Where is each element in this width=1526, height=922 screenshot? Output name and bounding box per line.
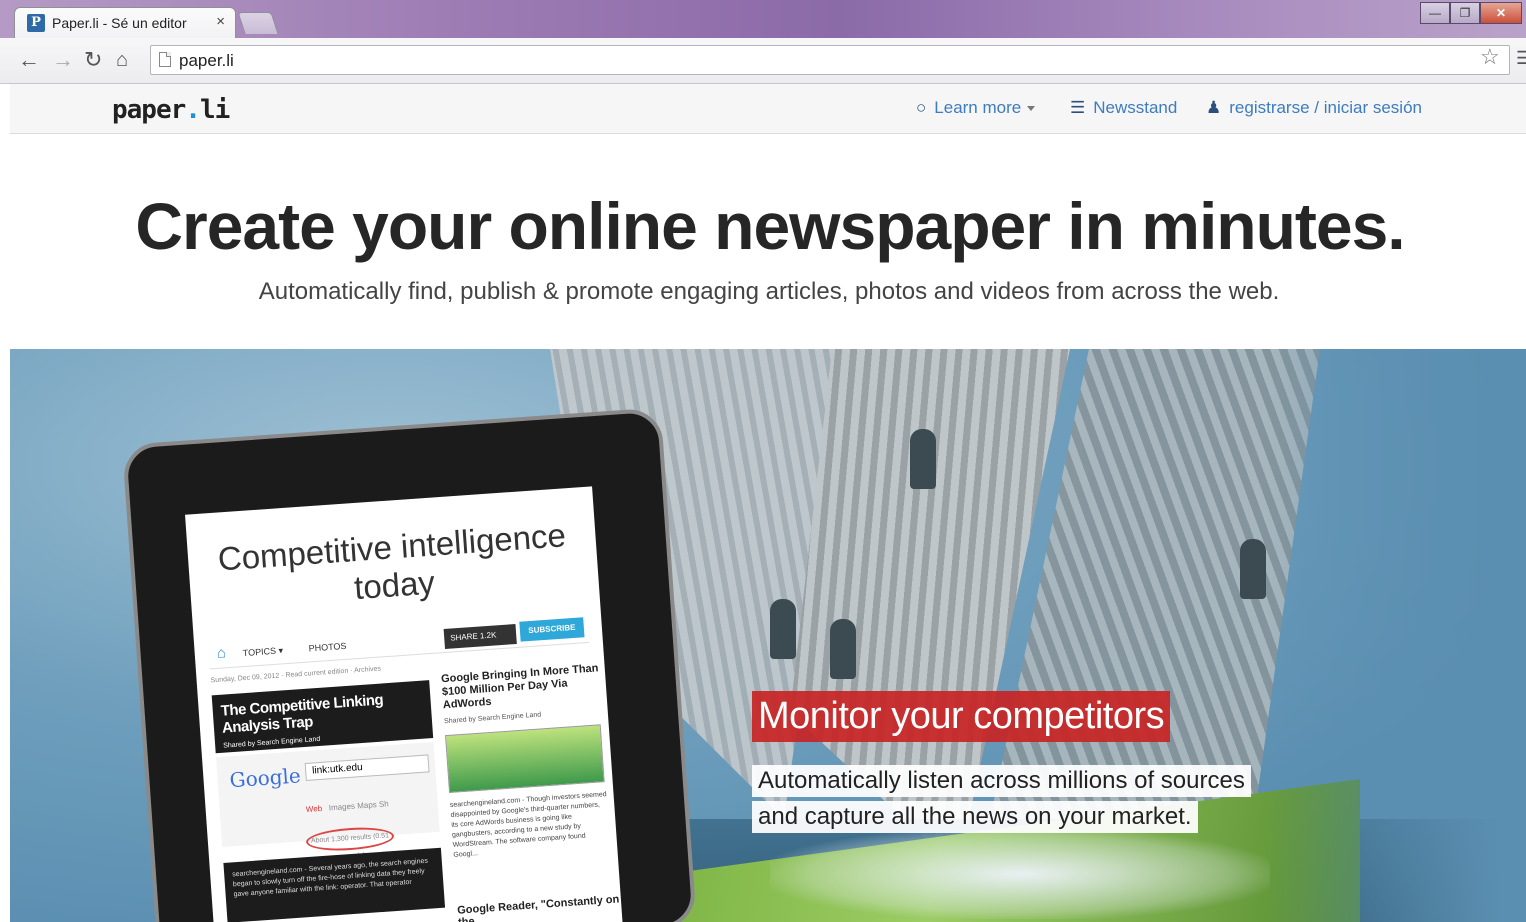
sailor — [1240, 539, 1266, 599]
sea-foam — [770, 829, 1270, 919]
topics-menu: TOPICS ▾ — [242, 645, 284, 659]
article-image — [445, 724, 605, 794]
google-results: About 1,300 results (0.51 seconds) — [305, 825, 395, 861]
tab-close-icon[interactable]: × — [216, 13, 225, 30]
hero-subtitle: Automatically find, publish & promote en… — [258, 278, 1280, 305]
article-body: searchengineland.com - Though investors … — [449, 791, 607, 859]
paper-date: Sunday, Dec 09, 2012 · Read current edit… — [210, 665, 382, 685]
sailor — [830, 619, 856, 679]
minimize-icon[interactable]: — — [1420, 2, 1450, 24]
hero-title: Create your online newspaper in minutes. — [135, 189, 1405, 263]
list-icon: ☰ — [1070, 98, 1086, 117]
hero-banner-image: Competitive intelligence today ⌂ TOPICS … — [10, 349, 1526, 922]
paper-menu-bar: ⌂ TOPICS ▾ PHOTOS SHARE 1.2K SUBSCRIBE — [207, 614, 589, 670]
share-button: SHARE 1.2K — [443, 623, 517, 649]
home-icon[interactable]: ⌂ — [116, 48, 128, 72]
paper-title: Competitive intelligence today — [216, 516, 567, 607]
google-screenshot: Google link:utk.edu Web Images Maps Sh A… — [216, 741, 440, 861]
user-icon: ♟ — [1206, 98, 1222, 117]
article-card: The Competitive Linking Analysis Trap Sh… — [211, 680, 434, 754]
article-title: Google Reader, "Constantly on the — [456, 893, 620, 922]
forward-arrow-icon[interactable]: → — [52, 48, 74, 72]
reload-icon[interactable]: ↻ — [84, 48, 102, 72]
nav-learn-more[interactable]: ○ Learn more — [916, 98, 1036, 118]
address-bar[interactable]: paper.li — [150, 45, 1510, 75]
paperli-logo[interactable]: paper.li — [112, 95, 230, 125]
article-card: Google Bringing In More Than $100 Millio… — [441, 662, 612, 861]
google-logo: Google — [228, 763, 302, 793]
subscribe-button: SUBSCRIBE — [519, 617, 585, 642]
banner-caption-line: and capture all the news on your market. — [752, 801, 1198, 833]
photos-menu: PHOTOS — [308, 640, 347, 654]
nav-learn-more-label: Learn more — [934, 98, 1022, 117]
browser-menu-icon[interactable]: ☰ — [1516, 48, 1526, 69]
logo-text: paper — [112, 95, 186, 125]
bookmark-star-icon[interactable]: ☆ — [1480, 44, 1500, 70]
sailor — [910, 429, 936, 489]
page-icon — [159, 52, 171, 67]
sailor — [770, 599, 796, 659]
browser-tab[interactable]: P Paper.li - Sé un editor × — [14, 7, 236, 38]
window-controls: — ❐ ✕ — [1420, 2, 1522, 26]
nav-login-label: registrarse / iniciar sesión — [1229, 98, 1422, 117]
back-arrow-icon[interactable]: ← — [18, 48, 40, 72]
google-tabs-rest: Images Maps Sh — [328, 799, 390, 813]
restore-icon[interactable]: ❐ — [1450, 2, 1480, 24]
url-text[interactable]: paper.li — [179, 51, 234, 71]
site-header: paper.li ○ Learn more ☰ Newsstand ♟ registr… — [10, 84, 1526, 134]
banner-headline: Monitor your competitors — [752, 691, 1171, 742]
nav-newsstand-label: Newsstand — [1093, 98, 1178, 117]
article-title: The Competitive Linking Analysis Trap — [220, 691, 384, 737]
lightbulb-icon: ○ — [916, 98, 927, 117]
close-window-icon[interactable]: ✕ — [1480, 2, 1522, 24]
google-tab-web: Web — [305, 803, 323, 815]
banner-caption-line: Automatically listen across millions of … — [752, 765, 1251, 797]
tablet-screen: Competitive intelligence today ⌂ TOPICS … — [185, 486, 624, 922]
browser-toolbar: ← → ↻ ⌂ paper.li ☆ ☰ — [0, 38, 1526, 84]
paperli-favicon-icon: P — [27, 14, 45, 32]
banner-fade — [1266, 349, 1526, 922]
logo-suffix: li — [199, 95, 230, 125]
new-tab-button[interactable] — [237, 12, 279, 34]
google-tabs: Web Images Maps Sh — [306, 799, 389, 814]
logo-dot: . — [185, 95, 201, 125]
home-icon: ⌂ — [216, 644, 227, 662]
tab-title: Paper.li - Sé un editor — [52, 15, 187, 31]
browser-titlebar: P Paper.li - Sé un editor × — ❐ ✕ — [0, 0, 1526, 38]
chevron-down-icon — [1027, 106, 1036, 112]
article-title: Google Bringing In More Than $100 Millio… — [440, 662, 599, 712]
nav-login[interactable]: ♟ registrarse / iniciar sesión — [1206, 98, 1422, 118]
google-query: link:utk.edu — [304, 754, 430, 781]
tablet-mockup: Competitive intelligence today ⌂ TOPICS … — [122, 407, 697, 922]
nav-newsstand[interactable]: ☰ Newsstand — [1070, 98, 1177, 118]
article-snippet: searchengineland.com - Several years ago… — [223, 847, 446, 922]
